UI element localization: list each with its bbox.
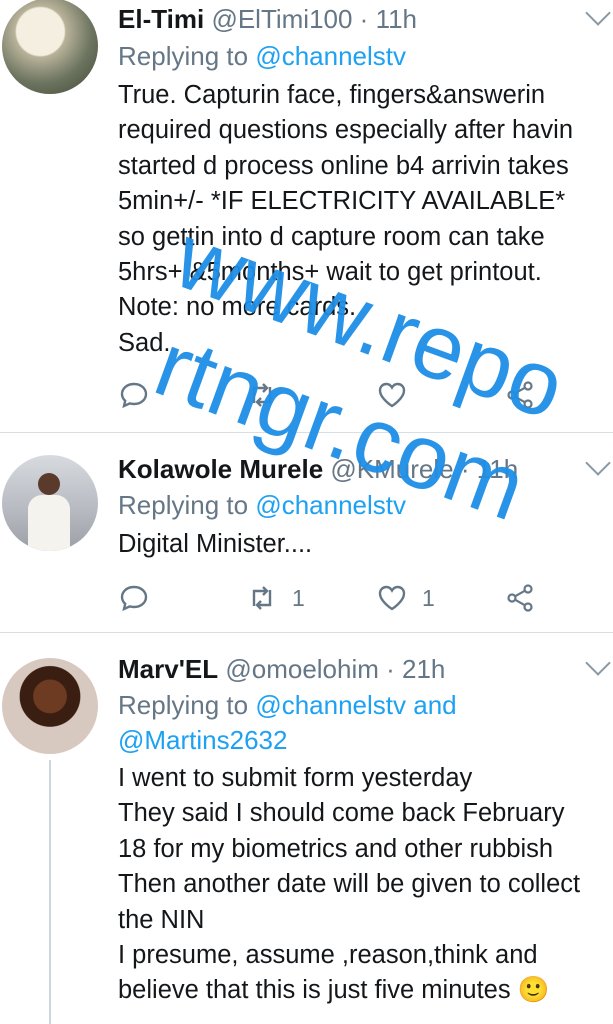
like-button[interactable] [376, 375, 408, 415]
avatar[interactable] [2, 455, 98, 551]
reply-mention-link-2[interactable]: @Martins2632 [118, 725, 287, 755]
replying-to-2: @Martins2632 [118, 724, 287, 756]
chevron-down-icon[interactable] [585, 0, 611, 26]
reply-mention-link[interactable]: @channelstv [255, 41, 406, 71]
share-icon [507, 584, 533, 612]
divider [0, 432, 613, 433]
reply-icon [120, 585, 148, 612]
user-handle-time: @omoelohim · 21h [225, 654, 446, 684]
avatar[interactable] [2, 658, 98, 754]
share-button[interactable] [504, 375, 536, 415]
heart-icon [378, 585, 406, 611]
avatar-figure-body [28, 495, 70, 551]
reply-mention-link[interactable]: @channelstv and [255, 690, 456, 720]
user-handle-time: @ElTimi100 · 11h [211, 4, 418, 34]
divider [0, 632, 613, 633]
avatar-figure [38, 473, 60, 495]
replying-to: Replying to @channelstv and [118, 690, 457, 720]
retweet-icon [252, 383, 272, 407]
replying-to: Replying to @channelstv [118, 490, 407, 520]
tweet-actions [118, 375, 558, 415]
retweet-button[interactable]: 1 [246, 578, 305, 618]
share-button[interactable] [504, 578, 536, 618]
tweet-text: I went to submit form yesterday They sai… [118, 764, 581, 1005]
chevron-down-icon[interactable] [585, 650, 611, 676]
tweet-text: Digital Minister.... [118, 530, 313, 558]
user-handle-time: @KMurele · 11h [330, 454, 519, 484]
tweet-text: True. Capturin face, fingers&answerin re… [118, 81, 574, 357]
tweet-actions: 1 1 [118, 578, 558, 618]
retweet-count: 1 [292, 584, 305, 611]
retweet-button[interactable] [246, 375, 278, 415]
avatar[interactable] [2, 0, 98, 94]
like-button[interactable]: 1 [376, 578, 435, 618]
user-name[interactable]: El-Timi [118, 4, 204, 34]
like-count: 1 [422, 584, 435, 611]
user-name[interactable]: Marv'EL [118, 654, 218, 684]
share-icon [507, 381, 533, 409]
reply-button[interactable] [118, 578, 150, 618]
chevron-down-icon[interactable] [585, 450, 611, 476]
heart-icon [378, 382, 406, 408]
thread-line [49, 760, 51, 1024]
reply-icon [120, 382, 148, 409]
user-name[interactable]: Kolawole Murele [118, 454, 323, 484]
retweet-icon [252, 586, 272, 610]
reply-button[interactable] [118, 375, 150, 415]
replying-to: Replying to @channelstv [118, 41, 407, 71]
reply-mention-link[interactable]: @channelstv [255, 490, 406, 520]
